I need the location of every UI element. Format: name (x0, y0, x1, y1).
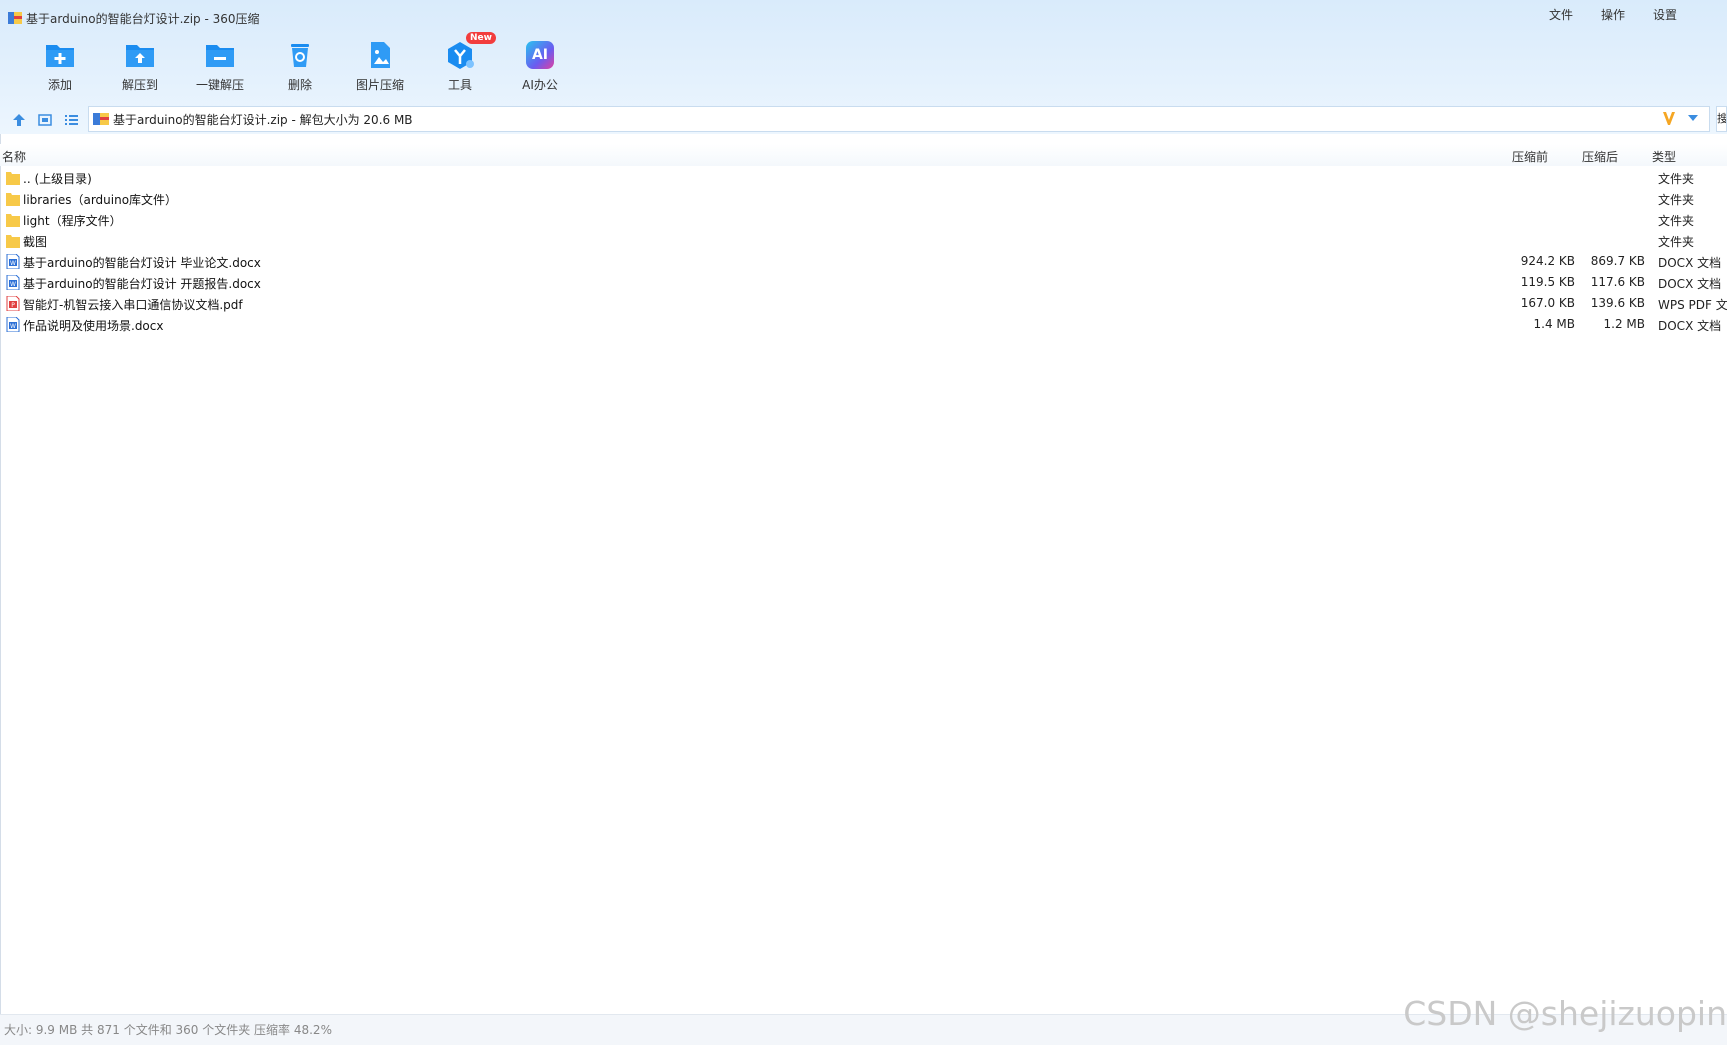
list-item[interactable]: 截图 文件夹 (0, 230, 1727, 251)
address-row: 基于arduino的智能台灯设计.zip - 解包大小为 20.6 MB 搜 (0, 104, 1727, 134)
folder-icon (6, 172, 20, 185)
thumbnail-view-icon[interactable] (37, 112, 53, 128)
list-item[interactable]: W 基于arduino的智能台灯设计 开题报告.docx 119.5 KB 11… (0, 272, 1727, 293)
one-click-extract-button[interactable]: 一键解压 (180, 36, 260, 96)
list-header: 名称 压缩前 压缩后 类型 (0, 144, 1727, 166)
word-doc-icon: W (6, 317, 20, 332)
pdf-doc-icon: P (6, 296, 20, 311)
recycle-bin-icon (291, 44, 309, 67)
up-arrow-icon[interactable] (11, 112, 27, 128)
word-doc-icon: W (6, 275, 20, 290)
folder-icon (6, 193, 20, 206)
ai-office-icon: AI (526, 41, 554, 69)
list-item[interactable]: W 作品说明及使用场景.docx 1.4 MB 1.2 MB DOCX 文档 (0, 314, 1727, 335)
file-list: .. (上级目录) 文件夹 libraries（arduino库文件） 文件夹 … (0, 167, 1727, 335)
list-item[interactable]: libraries（arduino库文件） 文件夹 (0, 188, 1727, 209)
chevron-down-icon[interactable] (1687, 112, 1699, 124)
window-title: 基于arduino的智能台灯设计.zip - 360压缩 (26, 11, 260, 26)
menu-action[interactable]: 操作 (1601, 6, 1625, 23)
add-folder-icon (46, 45, 74, 67)
v-logo-icon[interactable] (1661, 110, 1677, 126)
title-bar: 基于arduino的智能台灯设计.zip - 360压缩 (8, 8, 260, 28)
svg-text:W: W (10, 260, 16, 267)
list-view-icon[interactable] (63, 112, 79, 128)
address-path: 基于arduino的智能台灯设计.zip - 解包大小为 20.6 MB (113, 112, 413, 127)
archive-icon (93, 113, 109, 125)
column-name[interactable]: 名称 (2, 148, 26, 165)
folder-icon (6, 235, 20, 248)
top-bar: 基于arduino的智能台灯设计.zip - 360压缩 文件 操作 设置 添加… (0, 0, 1727, 134)
quick-extract-folder-icon (206, 45, 234, 67)
folder-icon (6, 214, 20, 227)
archive-icon (8, 12, 22, 24)
list-item[interactable]: W 基于arduino的智能台灯设计 毕业论文.docx 924.2 KB 86… (0, 251, 1727, 272)
menu-file[interactable]: 文件 (1549, 6, 1573, 23)
column-type[interactable]: 类型 (1652, 148, 1676, 165)
status-text: 大小: 9.9 MB 共 871 个文件和 360 个文件夹 压缩率 48.2% (4, 1023, 332, 1037)
extract-to-button[interactable]: 解压到 (100, 36, 180, 96)
list-item[interactable]: P 智能灯-机智云接入串口通信协议文档.pdf 167.0 KB 139.6 K… (0, 293, 1727, 314)
menu-bar: 文件 操作 设置 (1549, 6, 1677, 23)
list-item[interactable]: .. (上级目录) 文件夹 (0, 167, 1727, 188)
add-button[interactable]: 添加 (20, 36, 100, 96)
menu-settings[interactable]: 设置 (1653, 6, 1677, 23)
search-box-edge[interactable]: 搜 (1716, 106, 1727, 132)
column-before-size[interactable]: 压缩前 (1512, 148, 1548, 165)
ai-office-button[interactable]: AI AI办公 (500, 36, 580, 96)
word-doc-icon: W (6, 254, 20, 269)
image-compress-icon (371, 42, 390, 68)
svg-text:W: W (10, 323, 16, 330)
svg-text:P: P (11, 302, 15, 309)
tools-button[interactable]: New 工具 (420, 32, 500, 96)
extract-folder-icon (126, 45, 154, 67)
address-bar[interactable]: 基于arduino的智能台灯设计.zip - 解包大小为 20.6 MB (88, 106, 1710, 132)
toolbar: 添加 解压到 一键解压 删除 图片压缩 New 工具 AI AI办公 (20, 32, 580, 96)
list-item[interactable]: light（程序文件） 文件夹 (0, 209, 1727, 230)
column-after-size[interactable]: 压缩后 (1582, 148, 1618, 165)
delete-button[interactable]: 删除 (260, 36, 340, 96)
watermark: CSDN @shejizuopin (1403, 994, 1727, 1033)
new-badge: New (466, 32, 496, 44)
svg-text:W: W (10, 281, 16, 288)
image-compress-button[interactable]: 图片压缩 (340, 36, 420, 96)
